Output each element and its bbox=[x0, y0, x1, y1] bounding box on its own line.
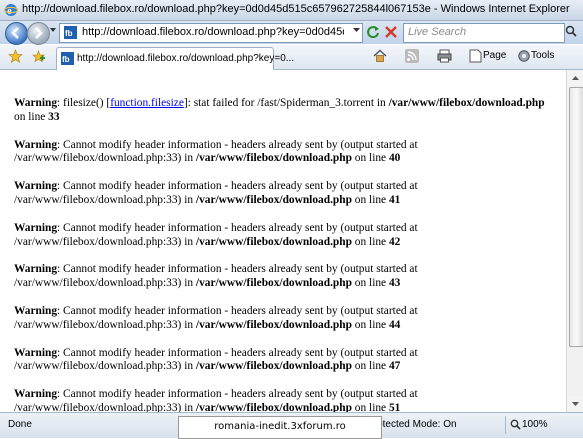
add-favorites-icon[interactable] bbox=[31, 49, 46, 64]
line-number: 43 bbox=[388, 277, 401, 290]
message-text: on line bbox=[351, 318, 389, 331]
print-icon[interactable] bbox=[437, 49, 452, 63]
scroll-up-button[interactable] bbox=[568, 70, 583, 86]
ie-logo-icon: e bbox=[4, 4, 18, 17]
message-text: on line bbox=[351, 277, 389, 290]
back-icon bbox=[11, 27, 19, 39]
recent-pages-chevron-down-icon[interactable] bbox=[50, 28, 56, 33]
address-url[interactable]: http://download.filebox.ro/download.php?… bbox=[82, 26, 344, 38]
chevron-down-icon bbox=[572, 402, 579, 406]
page-content: Warning: filesize() [function.filesize]:… bbox=[0, 70, 566, 412]
warning-message: Warning: Cannot modify header informatio… bbox=[14, 388, 554, 412]
page-icon[interactable] bbox=[469, 49, 482, 63]
address-bar[interactable]: fb http://download.filebox.ro/download.p… bbox=[59, 23, 363, 43]
status-text: Done bbox=[8, 419, 32, 430]
message-text: on line bbox=[351, 152, 389, 165]
tools-icon[interactable] bbox=[517, 49, 531, 63]
forward-icon bbox=[35, 27, 43, 39]
forward-button[interactable] bbox=[27, 22, 50, 45]
feeds-icon[interactable] bbox=[405, 49, 419, 63]
file-path: /var/www/filebox/download.php bbox=[388, 97, 545, 109]
title-bar: e http://download.filebox.ro/download.ph… bbox=[0, 0, 583, 21]
tab-label: http://download.filebox.ro/download.php?… bbox=[77, 53, 295, 64]
page-menu[interactable]: Page bbox=[483, 50, 506, 61]
warning-message: Warning: Cannot modify header informatio… bbox=[14, 263, 554, 291]
address-dropdown-chevron-down-icon[interactable] bbox=[353, 28, 360, 33]
warning-message: Warning: Cannot modify header informatio… bbox=[14, 139, 554, 167]
chevron-up-icon bbox=[572, 76, 579, 80]
message-text: on line bbox=[351, 401, 389, 412]
refresh-icon[interactable] bbox=[365, 24, 381, 40]
message-text: : filesize() [ bbox=[57, 97, 111, 109]
search-placeholder: Live Search bbox=[408, 26, 467, 38]
line-number: 41 bbox=[388, 193, 401, 206]
search-input[interactable]: Live Search bbox=[403, 23, 565, 43]
warning-label: Warning bbox=[14, 221, 58, 234]
line-number: 47 bbox=[388, 360, 401, 373]
message-text: on line bbox=[351, 193, 389, 206]
line-number: 40 bbox=[388, 152, 401, 165]
line-number: 44 bbox=[388, 318, 401, 331]
warning-message: Warning: filesize() [function.filesize]:… bbox=[14, 97, 554, 125]
watermark-banner: romania-inedit.3xforum.ro bbox=[178, 416, 382, 439]
warning-label: Warning bbox=[14, 346, 58, 359]
tools-menu[interactable]: Tools bbox=[531, 50, 554, 61]
warning-label: Warning bbox=[14, 304, 58, 317]
status-divider bbox=[505, 416, 506, 434]
line-number: 42 bbox=[388, 235, 401, 248]
function-filesize-link[interactable]: function.filesize bbox=[110, 97, 184, 109]
scroll-down-button[interactable] bbox=[568, 396, 583, 412]
message-text: ]: stat failed for /fast/Spiderman_3.tor… bbox=[183, 97, 389, 109]
site-favicon-icon: fb bbox=[64, 26, 77, 39]
warning-label: Warning bbox=[14, 263, 58, 276]
address-toolbar: fb http://download.filebox.ro/download.p… bbox=[0, 21, 583, 45]
search-icon[interactable] bbox=[565, 25, 577, 37]
zoom-level[interactable]: 100% bbox=[522, 419, 548, 430]
tab-favicon-icon: fb bbox=[61, 52, 74, 65]
file-path: /var/www/filebox/download.php bbox=[195, 401, 352, 412]
tab-current[interactable]: fb http://download.filebox.ro/download.p… bbox=[56, 47, 294, 70]
message-text: on line bbox=[351, 235, 389, 248]
zoom-icon[interactable] bbox=[510, 419, 521, 430]
line-number: 33 bbox=[48, 110, 60, 123]
message-list: Warning: filesize() [function.filesize]:… bbox=[14, 97, 554, 412]
favorites-star-icon[interactable] bbox=[8, 49, 23, 64]
message-text: on line bbox=[14, 110, 49, 123]
file-path: /var/www/filebox/download.php bbox=[195, 277, 352, 290]
vertical-scrollbar[interactable] bbox=[566, 70, 583, 412]
file-path: /var/www/filebox/download.php bbox=[195, 152, 352, 165]
file-path: /var/www/filebox/download.php bbox=[195, 318, 352, 331]
svg-text:fb: fb bbox=[65, 29, 73, 38]
warning-label: Warning bbox=[14, 138, 58, 151]
warning-message: Warning: Cannot modify header informatio… bbox=[14, 180, 554, 208]
warning-message: Warning: Cannot modify header informatio… bbox=[14, 305, 554, 333]
file-path: /var/www/filebox/download.php bbox=[195, 193, 352, 206]
svg-text:fb: fb bbox=[62, 55, 70, 64]
file-path: /var/www/filebox/download.php bbox=[195, 235, 352, 248]
warning-label: Warning bbox=[14, 97, 58, 109]
message-text: on line bbox=[351, 360, 389, 373]
file-path: /var/www/filebox/download.php bbox=[195, 360, 352, 373]
warning-message: Warning: Cannot modify header informatio… bbox=[14, 347, 554, 375]
warning-label: Warning bbox=[14, 388, 58, 401]
stop-icon[interactable] bbox=[383, 24, 399, 40]
back-button[interactable] bbox=[5, 22, 28, 45]
home-icon[interactable] bbox=[373, 49, 387, 63]
warning-label: Warning bbox=[14, 180, 58, 193]
line-number: 51 bbox=[388, 401, 401, 412]
window-title: http://download.filebox.ro/download.php?… bbox=[22, 3, 570, 15]
command-bar: fb http://download.filebox.ro/download.p… bbox=[0, 45, 583, 70]
scroll-thumb[interactable] bbox=[569, 87, 583, 347]
warning-message: Warning: Cannot modify header informatio… bbox=[14, 222, 554, 250]
